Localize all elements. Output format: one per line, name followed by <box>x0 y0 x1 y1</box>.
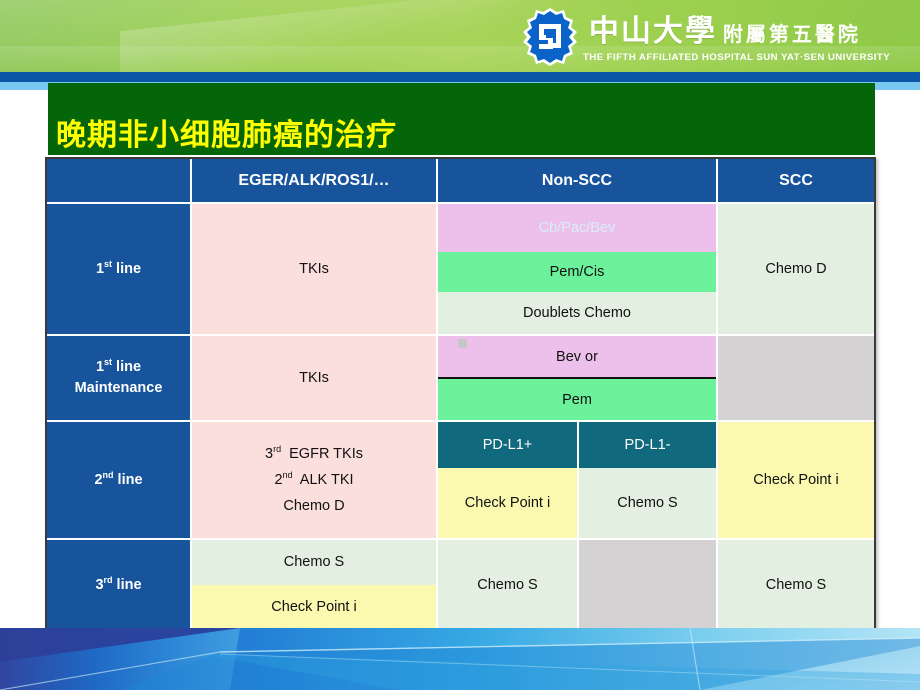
table-header-row: EGER/ALK/ROS1/… Non-SCC SCC <box>47 159 874 204</box>
table-row: 3rd line Chemo S Check Point i Chemo S C… <box>47 540 874 629</box>
row-label-num: 2 <box>94 472 103 488</box>
cell-scc-maintenance <box>718 336 874 422</box>
bottom-decoration <box>0 628 920 690</box>
row-label-second-line: 2nd line <box>47 422 192 540</box>
row-label-rest: line <box>112 261 142 277</box>
cell-non-scc-maintenance: Bev or Pem <box>438 336 718 422</box>
row-label-second: Maintenance <box>74 380 163 396</box>
row-label-third-line: 3rd line <box>47 540 192 629</box>
treatment-table: EGER/ALK/ROS1/… Non-SCC SCC 1st line TKI… <box>45 157 876 629</box>
subcell-pem-cis: Pem/Cis <box>438 252 716 292</box>
cell-oncogene-2nd: 3rd EGFR TKIs 2nd ALK TKI Chemo D <box>192 422 438 540</box>
slide-title-box: 晚期非小细胞肺癌的治疗 <box>48 83 875 155</box>
logo-chinese-line: 中山大學 附屬第五醫院 <box>589 6 890 50</box>
subcell-checkpoint-pd-l1-positive: Check Point i <box>438 468 577 538</box>
subcell-bev-or: Bev or <box>438 336 716 379</box>
row-label-sup: st <box>104 259 113 270</box>
cell-oncogene-3rd: Chemo S Check Point i <box>192 540 438 629</box>
subcell-bev-or-label: Bev or <box>556 348 598 365</box>
header-corner-cell <box>47 159 192 204</box>
subcell-chemo-s-onco: Chemo S <box>192 540 436 585</box>
logo-text-block: 中山大學 附屬第五醫院 THE FIFTH AFFILIATED HOSPITA… <box>583 6 890 63</box>
non-scc-3rd-split: Chemo S <box>438 540 716 629</box>
onco-3rd-stack: Chemo S Check Point i <box>192 540 436 629</box>
onco-line-2: 2nd ALK TKI <box>274 470 354 488</box>
pd-l1-negative-column: PD-L1- Chemo S <box>577 422 716 538</box>
table-row: 1st line TKIs Cb/Pac/Bev Pem/Cis Doublet… <box>47 204 874 336</box>
row-label-sup: rd <box>103 574 113 585</box>
cell-non-scc-3rd: Chemo S <box>438 540 718 629</box>
subcell-doublets-chemo: Doublets Chemo <box>438 292 716 334</box>
cell-oncogene-maintenance: TKIs <box>192 336 438 422</box>
slide-canvas: 中山大學 附屬第五醫院 THE FIFTH AFFILIATED HOSPITA… <box>0 0 920 690</box>
cell-scc-2nd: Check Point i <box>718 422 874 540</box>
logo-english-name: THE FIFTH AFFILIATED HOSPITAL SUN YAT·SE… <box>582 52 890 63</box>
blue-rule <box>0 72 920 82</box>
cell-scc-3rd: Chemo S <box>718 540 874 629</box>
subcell-pem: Pem <box>438 379 716 420</box>
row-label-first-line-maintenance: 1st line Maintenance <box>47 336 192 422</box>
sysu-emblem-icon <box>519 6 581 68</box>
page-title: 晚期非小细胞肺癌的治疗 <box>56 118 397 153</box>
row-label-sup: st <box>104 357 113 368</box>
non-scc-maint-stack: Bev or Pem <box>438 336 716 420</box>
non-scc-2nd-split: PD-L1+ Check Point i PD-L1- Chemo S <box>438 422 716 538</box>
subcell-checkpoint-onco: Check Point i <box>192 584 436 629</box>
subcell-pd-l1-negative: PD-L1- <box>579 422 716 468</box>
pd-l1-positive-column: PD-L1+ Check Point i <box>438 422 577 538</box>
logo-hospital-name: 附屬第五醫院 <box>722 22 861 46</box>
cell-oncogene-1st: TKIs <box>192 204 438 336</box>
header-non-scc-cell: Non-SCC <box>438 159 718 204</box>
subcell-chemo-s-non-scc-3rd: Chemo S <box>438 540 577 629</box>
top-banner: 中山大學 附屬第五醫院 THE FIFTH AFFILIATED HOSPITA… <box>0 0 920 72</box>
non-scc-1st-stack: Cb/Pac/Bev Pem/Cis Doublets Chemo <box>438 204 716 334</box>
subcell-cb-pac-bev: Cb/Pac/Bev <box>438 204 716 252</box>
row-label-num: 3 <box>95 576 104 593</box>
table-row: 2nd line 3rd EGFR TKIs 2nd ALK TKI Chemo… <box>47 422 874 540</box>
stray-marker-icon <box>458 339 467 348</box>
row-label-num: 1 <box>95 359 105 375</box>
table-row: 1st line Maintenance TKIs Bev or Pem <box>47 336 874 422</box>
subcell-chemo-s-non-scc-3rd-label: Chemo S <box>438 540 577 629</box>
subcell-empty-non-scc-3rd <box>577 540 716 629</box>
cell-non-scc-1st: Cb/Pac/Bev Pem/Cis Doublets Chemo <box>438 204 718 336</box>
subcell-chemo-s-pd-l1-negative: Chemo S <box>579 468 716 538</box>
cell-non-scc-2nd: PD-L1+ Check Point i PD-L1- Chemo S <box>438 422 718 540</box>
onco-line-3: Chemo D <box>283 498 345 514</box>
row-label-num: 1 <box>95 261 105 277</box>
onco-line-1: 3rd EGFR TKIs <box>265 444 363 462</box>
row-label-rest: line <box>112 576 142 593</box>
logo-university-name: 中山大學 <box>588 14 717 49</box>
cell-scc-1st: Chemo D <box>718 204 874 336</box>
subcell-pd-l1-positive: PD-L1+ <box>438 422 577 468</box>
row-label-rest: line <box>113 472 143 488</box>
row-label-rest: line <box>112 359 142 375</box>
header-oncogene-cell: EGER/ALK/ROS1/… <box>192 159 438 204</box>
subcell-empty-non-scc-3rd-label <box>579 540 716 629</box>
header-scc-cell: SCC <box>718 159 874 204</box>
row-label-first-line: 1st line <box>47 204 192 336</box>
hospital-logo: 中山大學 附屬第五醫院 THE FIFTH AFFILIATED HOSPITA… <box>519 6 890 68</box>
row-label-sup: nd <box>102 470 114 481</box>
